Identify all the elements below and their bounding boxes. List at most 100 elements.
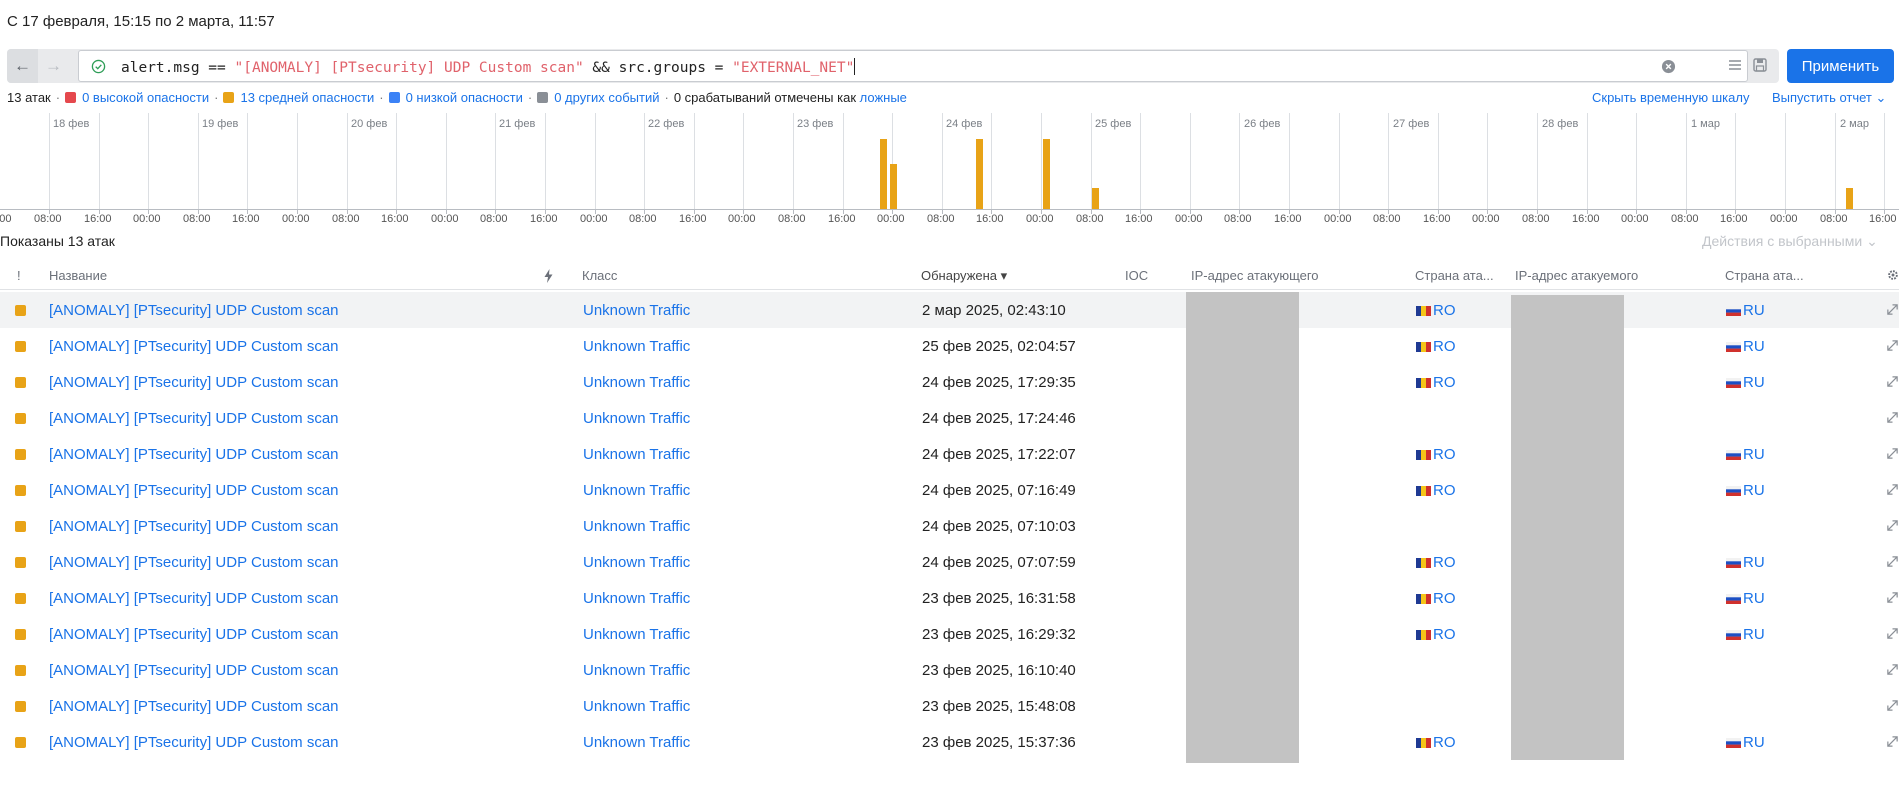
false-positive-link[interactable]: ложные bbox=[860, 90, 907, 105]
attack-name-link[interactable]: [ANOMALY] [PTsecurity] UDP Custom scan bbox=[49, 338, 339, 355]
attack-name-link[interactable]: [ANOMALY] [PTsecurity] UDP Custom scan bbox=[49, 482, 339, 499]
other-events-link[interactable]: 0 других событий bbox=[554, 90, 659, 105]
expand-icon[interactable] bbox=[1886, 735, 1899, 748]
attack-name-link[interactable]: [ANOMALY] [PTsecurity] UDP Custom scan bbox=[49, 698, 339, 715]
dst-country-link[interactable]: RU bbox=[1726, 482, 1765, 499]
timeline-histogram[interactable]: 18 фев 19 фев 20 фев 21 фев 22 фев 23 фев 24 ф… bbox=[0, 113, 1899, 228]
dst-country-link[interactable]: RU bbox=[1726, 626, 1765, 643]
src-country-link[interactable]: RO bbox=[1416, 554, 1456, 571]
expand-icon[interactable] bbox=[1886, 303, 1899, 316]
src-country-link[interactable]: RO bbox=[1416, 482, 1456, 499]
timeline-bar[interactable] bbox=[880, 139, 887, 209]
attack-name-link[interactable]: [ANOMALY] [PTsecurity] UDP Custom scan bbox=[49, 590, 339, 607]
hide-timeline-link[interactable]: Скрыть временную шкалу bbox=[1592, 90, 1749, 105]
lightning-icon[interactable] bbox=[543, 269, 554, 283]
timeline-hour-label: 00:00 bbox=[580, 213, 608, 225]
expand-icon[interactable] bbox=[1886, 339, 1899, 352]
attack-name-link[interactable]: [ANOMALY] [PTsecurity] UDP Custom scan bbox=[49, 374, 339, 391]
col-src-ip[interactable]: IP-адрес атакующего bbox=[1191, 268, 1319, 283]
attack-class-link[interactable]: Unknown Traffic bbox=[583, 446, 690, 463]
timeline-bar[interactable] bbox=[1846, 188, 1853, 209]
dst-country-link[interactable]: RU bbox=[1726, 554, 1765, 571]
attack-class-link[interactable]: Unknown Traffic bbox=[583, 482, 690, 499]
attack-name-link[interactable]: [ANOMALY] [PTsecurity] UDP Custom scan bbox=[49, 662, 339, 679]
forward-button[interactable]: → bbox=[38, 49, 69, 83]
attack-class-link[interactable]: Unknown Traffic bbox=[583, 518, 690, 535]
timeline-hour-label: 16:00 bbox=[1423, 213, 1451, 225]
col-name[interactable]: Название bbox=[49, 268, 107, 283]
gear-icon[interactable] bbox=[1887, 268, 1899, 282]
attack-class-link[interactable]: Unknown Traffic bbox=[583, 554, 690, 571]
attack-name-link[interactable]: [ANOMALY] [PTsecurity] UDP Custom scan bbox=[49, 626, 339, 643]
report-dropdown[interactable]: Выпустить отчет ⌄ bbox=[1772, 90, 1886, 106]
attack-name-link[interactable]: [ANOMALY] [PTsecurity] UDP Custom scan bbox=[49, 518, 339, 535]
col-dst-ip[interactable]: IP-адрес атакуемого bbox=[1515, 268, 1638, 283]
timeline-bar[interactable] bbox=[890, 164, 897, 209]
attack-class-link[interactable]: Unknown Traffic bbox=[583, 302, 690, 319]
back-button[interactable]: ← bbox=[7, 49, 38, 83]
src-country-link[interactable]: RO bbox=[1416, 446, 1456, 463]
expand-icon[interactable] bbox=[1886, 411, 1899, 424]
bulk-actions-dropdown[interactable]: Действия с выбранными ⌄ bbox=[1702, 233, 1878, 250]
dst-country-link[interactable]: RU bbox=[1726, 734, 1765, 751]
dst-country-link[interactable]: RU bbox=[1726, 446, 1765, 463]
attack-name-link[interactable]: [ANOMALY] [PTsecurity] UDP Custom scan bbox=[49, 410, 339, 427]
attack-class-link[interactable]: Unknown Traffic bbox=[583, 590, 690, 607]
col-class[interactable]: Класс bbox=[582, 268, 617, 283]
expand-icon[interactable] bbox=[1886, 555, 1899, 568]
expand-icon[interactable] bbox=[1886, 699, 1899, 712]
list-icon[interactable] bbox=[1727, 57, 1743, 73]
expand-icon[interactable] bbox=[1886, 483, 1899, 496]
dst-country-link[interactable]: RU bbox=[1726, 338, 1765, 355]
col-severity[interactable]: ! bbox=[17, 268, 21, 283]
timeline-bar[interactable] bbox=[1092, 188, 1099, 209]
src-country-link[interactable]: RO bbox=[1416, 734, 1456, 751]
severity-indicator bbox=[15, 413, 26, 424]
col-src-country[interactable]: Страна ата... bbox=[1415, 268, 1494, 283]
col-ioc[interactable]: IOC bbox=[1125, 268, 1148, 283]
src-country-link[interactable]: RO bbox=[1416, 338, 1456, 355]
src-country-link[interactable]: RO bbox=[1416, 626, 1456, 643]
timeline-bar[interactable] bbox=[1043, 139, 1050, 209]
attack-name-link[interactable]: [ANOMALY] [PTsecurity] UDP Custom scan bbox=[49, 302, 339, 319]
timeline-gridline bbox=[99, 113, 100, 209]
attack-class-link[interactable]: Unknown Traffic bbox=[583, 374, 690, 391]
query-input[interactable]: alert.msg == "[ANOMALY] [PTsecurity] UDP… bbox=[78, 50, 1748, 82]
attack-name-link[interactable]: [ANOMALY] [PTsecurity] UDP Custom scan bbox=[49, 554, 339, 571]
dst-country-link[interactable]: RU bbox=[1726, 374, 1765, 391]
timeline-gridline bbox=[595, 113, 596, 209]
low-severity-link[interactable]: 0 низкой опасности bbox=[406, 90, 523, 105]
save-icon[interactable] bbox=[1752, 57, 1768, 73]
src-country-link[interactable]: RO bbox=[1416, 590, 1456, 607]
expand-icon[interactable] bbox=[1886, 375, 1899, 388]
attack-class-link[interactable]: Unknown Traffic bbox=[583, 662, 690, 679]
medium-severity-link[interactable]: 13 средней опасности bbox=[240, 90, 374, 105]
timeline-gridline bbox=[1587, 113, 1588, 209]
expand-icon[interactable] bbox=[1886, 447, 1899, 460]
attack-name-link[interactable]: [ANOMALY] [PTsecurity] UDP Custom scan bbox=[49, 734, 339, 751]
attack-class-link[interactable]: Unknown Traffic bbox=[583, 338, 690, 355]
attack-name-link[interactable]: [ANOMALY] [PTsecurity] UDP Custom scan bbox=[49, 446, 339, 463]
expand-icon[interactable] bbox=[1886, 627, 1899, 640]
apply-button[interactable]: Применить bbox=[1787, 49, 1894, 83]
timeline-gridline bbox=[1041, 113, 1042, 209]
high-severity-link[interactable]: 0 высокой опасности bbox=[82, 90, 209, 105]
severity-indicator bbox=[15, 737, 26, 748]
attack-class-link[interactable]: Unknown Traffic bbox=[583, 410, 690, 427]
dst-country-link[interactable]: RU bbox=[1726, 302, 1765, 319]
attack-class-link[interactable]: Unknown Traffic bbox=[583, 734, 690, 751]
timeline-bar[interactable] bbox=[976, 139, 983, 209]
detected-time: 24 фев 2025, 17:22:07 bbox=[922, 446, 1076, 463]
expand-icon[interactable] bbox=[1886, 663, 1899, 676]
attack-class-link[interactable]: Unknown Traffic bbox=[583, 698, 690, 715]
col-detected[interactable]: Обнаружена ▾ bbox=[921, 268, 1007, 284]
timeline-day-label: 18 фев bbox=[53, 118, 90, 130]
clear-icon[interactable] bbox=[1661, 59, 1676, 74]
expand-icon[interactable] bbox=[1886, 591, 1899, 604]
attack-class-link[interactable]: Unknown Traffic bbox=[583, 626, 690, 643]
expand-icon[interactable] bbox=[1886, 519, 1899, 532]
dst-country-link[interactable]: RU bbox=[1726, 590, 1765, 607]
col-dst-country[interactable]: Страна ата... bbox=[1725, 268, 1804, 283]
src-country-link[interactable]: RO bbox=[1416, 374, 1456, 391]
src-country-link[interactable]: RO bbox=[1416, 302, 1456, 319]
